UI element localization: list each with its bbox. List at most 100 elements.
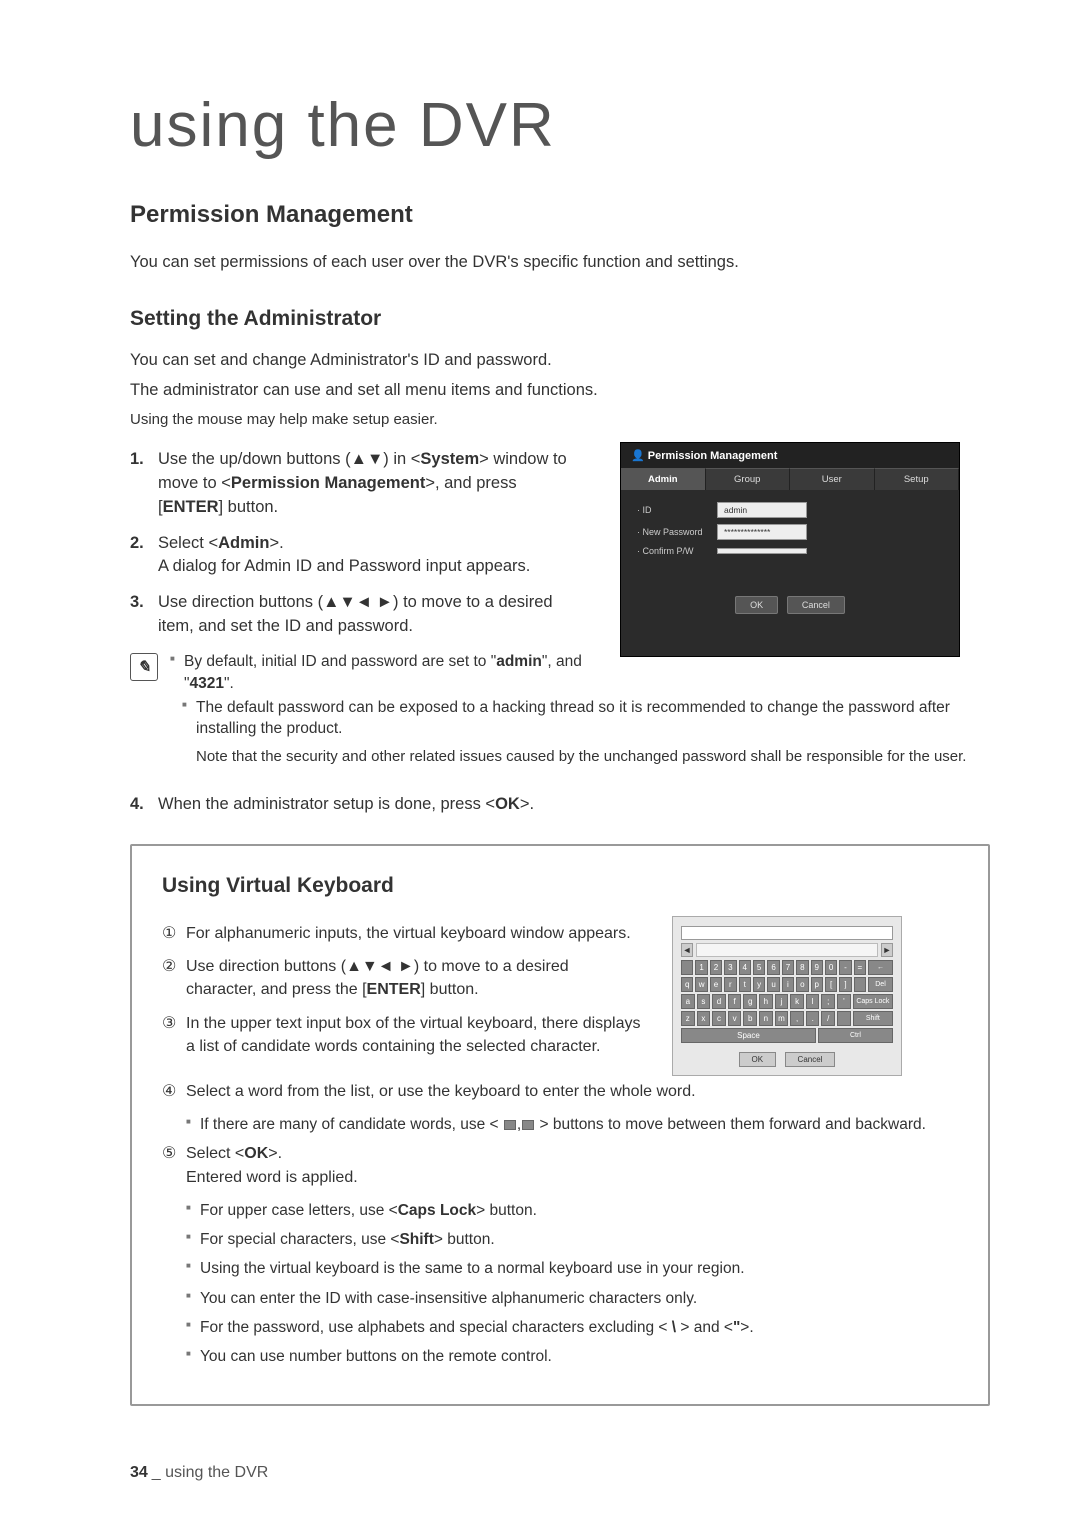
note-2: The default password can be exposed to a… (182, 697, 990, 740)
vkb-key[interactable]: ; (821, 994, 835, 1009)
vkb-key[interactable]: k (790, 994, 804, 1009)
vk-sub-6: You can use number buttons on the remote… (186, 1345, 958, 1368)
vkb-key[interactable]: y (753, 977, 765, 992)
vkb-key[interactable]: d (712, 994, 726, 1009)
vk4-subnote: If there are many of candidate words, us… (186, 1113, 958, 1136)
vkb-key[interactable]: ] (839, 977, 851, 992)
vkb-key[interactable]: v (728, 1011, 742, 1026)
vkb-key[interactable]: m (775, 1011, 789, 1026)
vk4-sub-b: > buttons to move between them forward a… (535, 1116, 926, 1133)
vkb-key[interactable]: o (796, 977, 808, 992)
vkb-cancel-button[interactable]: Cancel (785, 1052, 836, 1067)
section-permission-intro: You can set permissions of each user ove… (130, 251, 990, 275)
vksub1a: For upper case letters, use < (200, 1202, 398, 1219)
step-3: 3. Use direction buttons (▲▼◄ ►) to move… (130, 591, 570, 639)
vkb-key[interactable]: p (811, 977, 823, 992)
nav-right-icon (522, 1120, 534, 1130)
vk2-text2: ] button. (421, 981, 479, 998)
tab-admin[interactable]: Admin (621, 468, 706, 490)
vkb-key[interactable]: c (712, 1011, 726, 1026)
vk-step-1: ①For alphanumeric inputs, the virtual ke… (162, 922, 642, 945)
vkb-textbox[interactable] (681, 926, 893, 940)
vkb-key[interactable]: 1 (695, 960, 707, 975)
vkb-key[interactable] (681, 960, 693, 975)
permission-dialog: 👤 Permission Management Admin Group User… (620, 442, 960, 657)
vkb-key[interactable]: 7 (782, 960, 794, 975)
vkb-key[interactable]: f (728, 994, 742, 1009)
vksub5c: >. (740, 1319, 753, 1336)
vkb-key[interactable]: [ (825, 977, 837, 992)
vkb-key[interactable]: 8 (796, 960, 808, 975)
vkb-key[interactable]: , (790, 1011, 804, 1026)
cpw-label: · Confirm P/W (637, 546, 717, 556)
vkb-key[interactable]: u (767, 977, 779, 992)
vkb-key[interactable]: ← (868, 960, 893, 975)
vk-step-3: ③In the upper text input box of the virt… (162, 1012, 642, 1058)
vkb-key[interactable]: w (695, 977, 707, 992)
vkb-key[interactable]: 6 (767, 960, 779, 975)
section-permission-title: Permission Management (130, 201, 990, 229)
dialog-title: 👤 Permission Management (621, 443, 959, 468)
s2-admin: Admin (218, 534, 269, 552)
vkb-key[interactable]: 9 (811, 960, 823, 975)
pw-input[interactable]: ************** (717, 524, 807, 540)
step-1: 1. Use the up/down buttons (▲▼) in <Syst… (130, 448, 570, 520)
footer-label: _ using the DVR (152, 1464, 269, 1481)
cpw-input[interactable] (717, 548, 807, 554)
vksub5b: > and < (676, 1319, 733, 1336)
vkb-key[interactable]: j (775, 994, 789, 1009)
vkb-right-arrow[interactable]: ► (881, 943, 893, 957)
step-4: 4. When the administrator setup is done,… (130, 795, 990, 814)
vksub2-shift: Shift (399, 1231, 433, 1248)
vk5-text3: Entered word is applied. (186, 1169, 358, 1186)
vkb-key[interactable]: Caps Lock (853, 994, 893, 1009)
vkb-key[interactable]: i (782, 977, 794, 992)
vkb-key[interactable]: 0 (825, 960, 837, 975)
vkb-key[interactable]: x (697, 1011, 711, 1026)
vkb-key[interactable]: s (697, 994, 711, 1009)
vkb-key[interactable]: 2 (710, 960, 722, 975)
vkb-key[interactable]: e (710, 977, 722, 992)
vkb-key[interactable]: z (681, 1011, 695, 1026)
vkb-key-space[interactable]: Space (681, 1028, 816, 1043)
id-input[interactable]: admin (717, 502, 807, 518)
vkb-key[interactable]: n (759, 1011, 773, 1026)
vkb-key[interactable]: h (759, 994, 773, 1009)
vkb-key[interactable]: / (821, 1011, 835, 1026)
vkb-ok-button[interactable]: OK (739, 1052, 777, 1067)
tab-setup[interactable]: Setup (875, 468, 960, 490)
vkb-key[interactable]: = (854, 960, 866, 975)
vkb-key[interactable]: l (806, 994, 820, 1009)
vkb-key-ctrl[interactable]: Ctrl (818, 1028, 893, 1043)
tab-group[interactable]: Group (706, 468, 791, 490)
vkb-key[interactable]: ' (837, 994, 851, 1009)
vkb-key[interactable] (837, 1011, 851, 1026)
vkb-key[interactable]: 3 (724, 960, 736, 975)
s2-text2: >. (269, 534, 283, 552)
vk3-text: In the upper text input box of the virtu… (186, 1015, 641, 1055)
s1-pm: Permission Management (231, 474, 425, 492)
vkb-left-arrow[interactable]: ◄ (681, 943, 693, 957)
tab-user[interactable]: User (790, 468, 875, 490)
dialog-title-text: Permission Management (648, 450, 778, 462)
vkb-key[interactable]: - (839, 960, 851, 975)
virtual-keyboard-section: Using Virtual Keyboard ①For alphanumeric… (130, 844, 990, 1406)
s1-enter: ENTER (163, 498, 219, 516)
vkb-key[interactable]: Shift (853, 1011, 893, 1026)
vkb-key[interactable]: g (743, 994, 757, 1009)
vkb-key[interactable]: t (739, 977, 751, 992)
vkb-key[interactable]: a (681, 994, 695, 1009)
dialog-ok-button[interactable]: OK (735, 596, 778, 614)
vkb-key[interactable]: 4 (739, 960, 751, 975)
s1-system: System (420, 450, 479, 468)
dialog-cancel-button[interactable]: Cancel (787, 596, 845, 614)
vkb-key[interactable]: b (743, 1011, 757, 1026)
vkb-key[interactable]: Del (868, 977, 893, 992)
vkb-candidates (696, 943, 878, 957)
vkb-key[interactable]: . (806, 1011, 820, 1026)
vkb-key[interactable] (854, 977, 866, 992)
vkb-key[interactable]: 5 (753, 960, 765, 975)
step-2: 2. Select <Admin>. A dialog for Admin ID… (130, 532, 570, 580)
vkb-key[interactable]: q (681, 977, 693, 992)
vkb-key[interactable]: r (724, 977, 736, 992)
